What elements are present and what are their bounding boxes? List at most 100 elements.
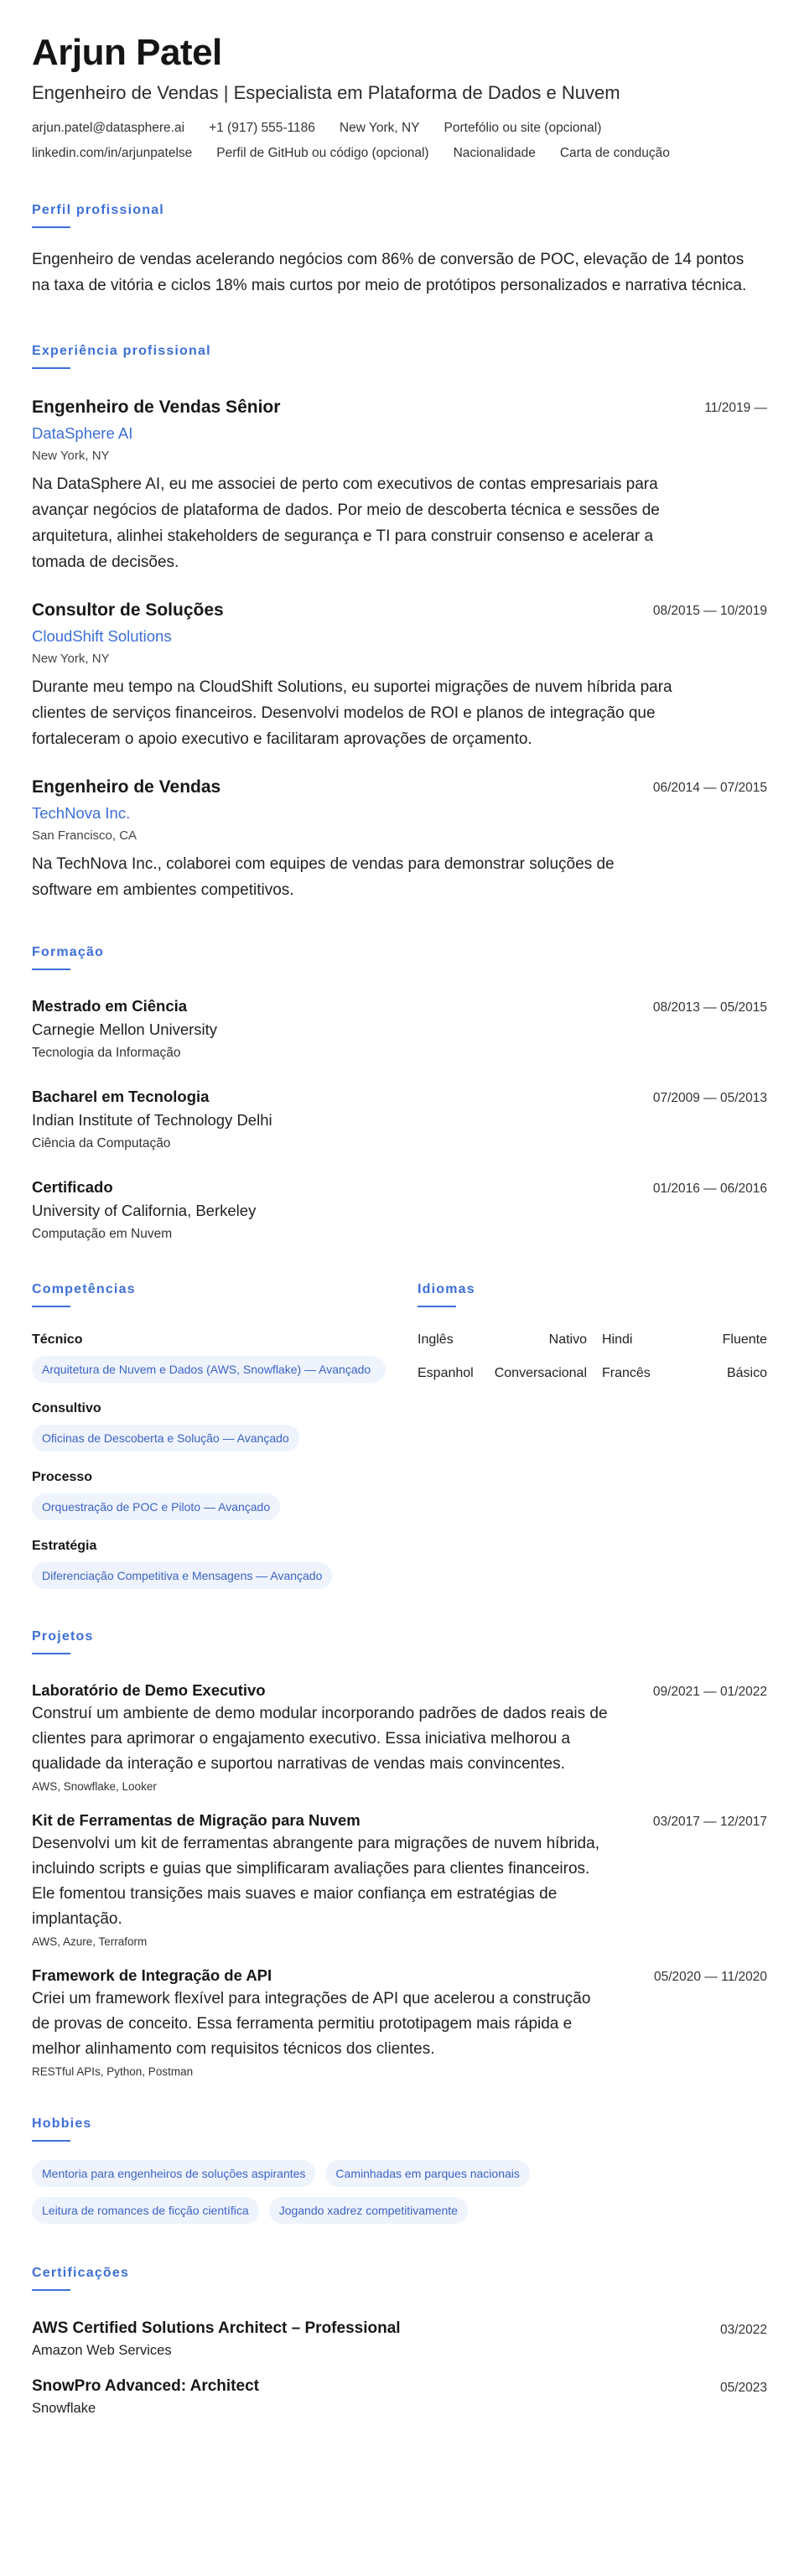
section-divider (32, 1653, 70, 1655)
job-title: Engenheiro de Vendas Sênior (32, 397, 281, 418)
section-title: Formação (32, 945, 105, 960)
skill-group-name: Estratégia (32, 1539, 97, 1554)
job-description: Na DataSphere AI, eu me associei de pert… (32, 475, 660, 572)
certification-entry: 05/2023 SnowPro Advanced: Architect Snow… (32, 2377, 767, 2417)
project-tech: AWS, Snowflake, Looker (32, 1780, 157, 1794)
language-level: Conversacional (494, 1366, 587, 1381)
job-description: Na TechNova Inc., colaborei com equipes … (32, 855, 615, 900)
project-entry: 05/2020 — 11/2020 Framework de Integraçã… (32, 1966, 767, 2078)
skill-group-name: Consultivo (32, 1401, 101, 1416)
section-title: Hobbies (32, 2116, 92, 2132)
skill-group: Estratégia Diferenciação Competitiva e M… (32, 1539, 418, 1590)
project-dates: 05/2020 — 11/2020 (653, 1970, 767, 1985)
section-title: Competências (32, 1282, 136, 1297)
job-company[interactable]: CloudShift Solutions (32, 627, 767, 646)
section-divider (32, 2140, 70, 2142)
project-tech: AWS, Azure, Terraform (32, 1935, 148, 1949)
certification-name: SnowPro Advanced: Architect (32, 2377, 259, 2396)
contact-github[interactable]: Perfil de GitHub ou código (opcional) (216, 146, 428, 161)
hobby-chip: Caminhadas em parques nacionais (325, 2160, 530, 2188)
section-divider (32, 2289, 70, 2292)
education-entry: 08/2013 — 05/2015 Mestrado em Ciência Ca… (32, 997, 767, 1061)
skills-section: Competências Técnico Arquitetura de Nuve… (32, 1282, 418, 1590)
section-divider (32, 969, 70, 971)
projects-section: Projetos 09/2021 — 01/2022 Laboratório d… (32, 1629, 767, 2078)
contact-linkedin[interactable]: linkedin.com/in/arjunpatelse (32, 146, 192, 161)
contact-nationality: Nacionalidade (453, 146, 536, 161)
job-dates: 06/2014 — 07/2015 (652, 781, 767, 796)
section-title: Projetos (32, 1629, 94, 1644)
job-location: New York, NY (32, 652, 110, 667)
job-company[interactable]: DataSphere AI (32, 424, 767, 443)
education-field: Ciência da Computação (32, 1136, 171, 1151)
skill-group: Consultivo Oficinas de Descoberta e Solu… (32, 1401, 418, 1452)
job-description: Durante meu tempo na CloudShift Solution… (32, 678, 672, 749)
language-name: Francês (602, 1366, 651, 1381)
hobby-list: Mentoria para engenheiros de soluções as… (32, 2160, 619, 2234)
project-description: Criei um framework flexível para integra… (32, 1990, 591, 2059)
hobby-chip: Mentoria para engenheiros de soluções as… (32, 2160, 316, 2188)
education-field: Computação em Nuvem (32, 1227, 173, 1242)
section-title: Certificações (32, 2266, 130, 2281)
contact-location: New York, NY (339, 121, 420, 136)
education-dates: 01/2016 — 06/2016 (652, 1182, 767, 1197)
resume-page: Arjun Patel Engenheiro de Vendas | Espec… (0, 0, 799, 2576)
education-section: Formação 08/2013 — 05/2015 Mestrado em C… (32, 945, 767, 1242)
contact-email[interactable]: arjun.patel@datasphere.ai (32, 121, 184, 136)
summary-text: Engenheiro de vendas acelerando negócios… (32, 251, 747, 295)
education-school: University of California, Berkeley (32, 1202, 257, 1220)
language-name: Hindi (602, 1332, 633, 1348)
job-company[interactable]: TechNova Inc. (32, 804, 767, 823)
languages-grid: Inglês Nativo Hindi Fluente Espanhol Con… (418, 1332, 767, 1381)
skill-chip: Orquestração de POC e Piloto — Avançado (32, 1493, 281, 1521)
skill-chip: Arquitetura de Nuvem e Dados (AWS, Snowf… (32, 1356, 386, 1384)
contact-driving-license: Carta de condução (559, 146, 670, 161)
section-divider (32, 367, 70, 370)
skill-group-name: Processo (32, 1470, 93, 1485)
language-level: Fluente (722, 1332, 767, 1348)
candidate-headline: Engenheiro de Vendas | Especialista em P… (32, 82, 620, 104)
job-location: San Francisco, CA (32, 828, 137, 844)
skill-chip: Oficinas de Descoberta e Solução — Avanç… (32, 1425, 299, 1452)
certification-date: 03/2022 (719, 2323, 767, 2338)
contact-portfolio[interactable]: Portefólio ou site (opcional) (444, 121, 602, 136)
languages-section: Idiomas Inglês Nativo Hindi Fluente Espa… (418, 1282, 767, 1589)
education-field: Tecnologia da Informação (32, 1046, 181, 1061)
job-dates: 11/2019 — (704, 401, 767, 416)
resume-header: Arjun Patel Engenheiro de Vendas | Espec… (32, 33, 767, 161)
job-entry: 08/2015 — 10/2019 Consultor de Soluções … (32, 600, 767, 752)
project-entry: 09/2021 — 01/2022 Laboratório de Demo Ex… (32, 1681, 767, 1793)
education-entry: 01/2016 — 06/2016 Certificado University… (32, 1178, 767, 1242)
education-dates: 07/2009 — 05/2013 (652, 1091, 767, 1106)
job-location: New York, NY (32, 449, 110, 464)
skill-group: Processo Orquestração de POC e Piloto — … (32, 1470, 418, 1521)
contact-phone[interactable]: +1 (917) 555-1186 (209, 121, 315, 136)
education-dates: 08/2013 — 05/2015 (652, 1000, 767, 1015)
certification-issuer: Amazon Web Services (32, 2343, 172, 2359)
job-entry: 06/2014 — 07/2015 Engenheiro de Vendas T… (32, 777, 767, 903)
section-title: Perfil profissional (32, 203, 164, 218)
hobby-chip: Leitura de romances de ficção científica (32, 2197, 259, 2225)
experience-section: Experiência profissional 11/2019 — Engen… (32, 344, 767, 903)
certification-issuer: Snowflake (32, 2401, 96, 2417)
project-tech: RESTful APIs, Python, Postman (32, 2065, 194, 2079)
section-title: Idiomas (418, 1282, 475, 1297)
project-description: Desenvolvi um kit de ferramentas abrange… (32, 1835, 599, 1929)
language-level: Básico (726, 1366, 767, 1381)
education-school: Carnegie Mellon University (32, 1021, 218, 1039)
skill-group-name: Técnico (32, 1332, 83, 1348)
certifications-section: Certificações 03/2022 AWS Certified Solu… (32, 2266, 767, 2417)
job-dates: 08/2015 — 10/2019 (652, 604, 767, 619)
section-divider (418, 1306, 456, 1308)
skill-chip: Diferenciação Competitiva e Mensagens — … (32, 1562, 333, 1590)
hobbies-section: Hobbies Mentoria para engenheiros de sol… (32, 2116, 767, 2234)
skill-group: Técnico Arquitetura de Nuvem e Dados (AW… (32, 1332, 418, 1384)
project-entry: 03/2017 — 12/2017 Kit de Ferramentas de … (32, 1811, 767, 1948)
hobby-chip: Jogando xadrez competitivamente (268, 2197, 468, 2225)
certification-date: 05/2023 (719, 2381, 767, 2396)
language-level: Nativo (548, 1332, 587, 1348)
section-title: Experiência profissional (32, 344, 211, 359)
certification-entry: 03/2022 AWS Certified Solutions Architec… (32, 2319, 767, 2359)
job-entry: 11/2019 — Engenheiro de Vendas Sênior Da… (32, 397, 767, 575)
language-name: Espanhol (418, 1366, 474, 1381)
